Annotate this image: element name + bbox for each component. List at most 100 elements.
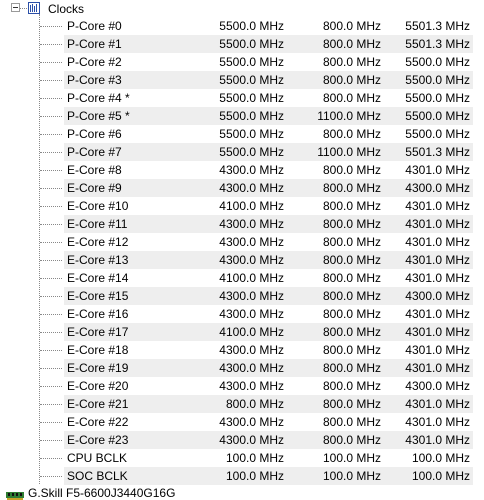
row-cells: E-Core #18 4300.0 MHz 800.0 MHz 4301.0 MHz xyxy=(64,341,473,359)
minimum-value: 1100.0 MHz xyxy=(317,109,381,123)
minimum-value: 800.0 MHz xyxy=(322,271,381,285)
maximum-value: 4300.0 MHz xyxy=(405,379,470,393)
minimum-value: 800.0 MHz xyxy=(322,163,381,177)
current-value: 4300.0 MHz xyxy=(219,379,284,393)
clock-row[interactable]: P-Core #6 5500.0 MHz 800.0 MHz 5500.0 MHz xyxy=(0,125,484,143)
row-cells: E-Core #11 4300.0 MHz 800.0 MHz 4301.0 MHz xyxy=(64,215,473,233)
tree-connector xyxy=(40,224,62,225)
maximum-value: 4301.0 MHz xyxy=(405,361,470,375)
current-value: 5500.0 MHz xyxy=(219,19,284,33)
row-cells: E-Core #16 4300.0 MHz 800.0 MHz 4301.0 MHz xyxy=(64,305,473,323)
maximum-value: 4301.0 MHz xyxy=(405,343,470,357)
tree-connector xyxy=(40,386,62,387)
maximum-value: 4301.0 MHz xyxy=(405,163,470,177)
maximum-value: 4301.0 MHz xyxy=(405,271,470,285)
sensor-name: CPU BCLK xyxy=(67,451,128,465)
clock-row[interactable]: SOC BCLK 100.0 MHz 100.0 MHz 100.0 MHz xyxy=(0,467,484,485)
clock-row[interactable]: E-Core #11 4300.0 MHz 800.0 MHz 4301.0 MHz xyxy=(0,215,484,233)
current-value: 4100.0 MHz xyxy=(219,271,284,285)
clock-row[interactable]: P-Core #0 5500.0 MHz 800.0 MHz 5501.3 MHz xyxy=(0,17,484,35)
current-value: 4300.0 MHz xyxy=(219,433,284,447)
row-cells: E-Core #13 4300.0 MHz 800.0 MHz 4301.0 MHz xyxy=(64,251,473,269)
clock-row[interactable]: CPU BCLK 100.0 MHz 100.0 MHz 100.0 MHz xyxy=(0,449,484,467)
maximum-value: 5500.0 MHz xyxy=(405,73,470,87)
minimum-value: 100.0 MHz xyxy=(322,451,381,465)
sensor-name: P-Core #4 * xyxy=(67,91,130,105)
row-cells: E-Core #8 4300.0 MHz 800.0 MHz 4301.0 MHz xyxy=(64,161,473,179)
clock-row[interactable]: P-Core #3 5500.0 MHz 800.0 MHz 5500.0 MHz xyxy=(0,71,484,89)
memory-module-label: G.Skill F5-6600J3440G16G xyxy=(28,486,176,500)
tree-connector xyxy=(40,62,62,63)
sensor-name: E-Core #16 xyxy=(67,307,129,321)
clock-row[interactable]: E-Core #12 4300.0 MHz 800.0 MHz 4301.0 MHz xyxy=(0,233,484,251)
clock-row[interactable]: E-Core #23 4300.0 MHz 800.0 MHz 4301.0 MHz xyxy=(0,431,484,449)
collapse-minus-icon[interactable] xyxy=(11,3,20,12)
tree-connector xyxy=(40,116,62,117)
tree-connector xyxy=(40,80,62,81)
clock-row[interactable]: P-Core #5 * 5500.0 MHz 1100.0 MHz 5500.0 MH… xyxy=(0,107,484,125)
sensor-name: E-Core #14 xyxy=(67,271,129,285)
minimum-value: 800.0 MHz xyxy=(322,253,381,267)
minimum-value: 800.0 MHz xyxy=(322,73,381,87)
tree-connector xyxy=(40,26,62,27)
clock-row[interactable]: E-Core #13 4300.0 MHz 800.0 MHz 4301.0 MHz xyxy=(0,251,484,269)
clock-row[interactable]: E-Core #20 4300.0 MHz 800.0 MHz 4300.0 MHz xyxy=(0,377,484,395)
sensor-name: E-Core #22 xyxy=(67,415,129,429)
clock-row[interactable]: P-Core #7 5500.0 MHz 1100.0 MHz 5501.3 MHz xyxy=(0,143,484,161)
tree-connector xyxy=(40,296,62,297)
row-cells: P-Core #5 * 5500.0 MHz 1100.0 MHz 5500.0 MH… xyxy=(64,107,473,125)
tree-connector xyxy=(40,422,62,423)
tree-connector xyxy=(40,260,62,261)
tree-connector xyxy=(20,8,27,9)
maximum-value: 100.0 MHz xyxy=(411,451,470,465)
current-value: 4100.0 MHz xyxy=(219,199,284,213)
row-cells: E-Core #15 4300.0 MHz 800.0 MHz 4300.0 MHz xyxy=(64,287,473,305)
row-cells: E-Core #12 4300.0 MHz 800.0 MHz 4301.0 MHz xyxy=(64,233,473,251)
row-cells: E-Core #14 4100.0 MHz 800.0 MHz 4301.0 MHz xyxy=(64,269,473,287)
clock-row[interactable]: E-Core #22 4300.0 MHz 800.0 MHz 4301.0 MHz xyxy=(0,413,484,431)
row-cells: CPU BCLK 100.0 MHz 100.0 MHz 100.0 MHz xyxy=(64,449,473,467)
clock-row[interactable]: E-Core #8 4300.0 MHz 800.0 MHz 4301.0 MHz xyxy=(0,161,484,179)
clocks-group-header[interactable]: Clocks xyxy=(0,0,484,18)
tree-connector xyxy=(40,98,62,99)
clock-row[interactable]: E-Core #16 4300.0 MHz 800.0 MHz 4301.0 MHz xyxy=(0,305,484,323)
minimum-value: 800.0 MHz xyxy=(322,199,381,213)
row-cells: P-Core #3 5500.0 MHz 800.0 MHz 5500.0 MHz xyxy=(64,71,473,89)
maximum-value: 4300.0 MHz xyxy=(405,289,470,303)
row-cells: P-Core #0 5500.0 MHz 800.0 MHz 5501.3 MHz xyxy=(64,17,473,35)
clock-row[interactable]: E-Core #15 4300.0 MHz 800.0 MHz 4300.0 MHz xyxy=(0,287,484,305)
sensor-name: P-Core #6 xyxy=(67,127,122,141)
clock-row[interactable]: P-Core #2 5500.0 MHz 800.0 MHz 5500.0 MHz xyxy=(0,53,484,71)
clock-row[interactable]: E-Core #21 800.0 MHz 800.0 MHz 4301.0 MHz xyxy=(0,395,484,413)
maximum-value: 4301.0 MHz xyxy=(405,415,470,429)
tree-connector xyxy=(40,242,62,243)
row-cells: P-Core #1 5500.0 MHz 800.0 MHz 5501.3 MHz xyxy=(64,35,473,53)
minimum-value: 800.0 MHz xyxy=(322,325,381,339)
current-value: 4300.0 MHz xyxy=(219,253,284,267)
sensor-name: E-Core #10 xyxy=(67,199,129,213)
clock-row[interactable]: E-Core #19 4300.0 MHz 800.0 MHz 4301.0 MHz xyxy=(0,359,484,377)
row-cells: E-Core #22 4300.0 MHz 800.0 MHz 4301.0 MHz xyxy=(64,413,473,431)
current-value: 5500.0 MHz xyxy=(219,37,284,51)
tree-connector xyxy=(40,278,62,279)
clock-row[interactable]: P-Core #4 * 5500.0 MHz 800.0 MHz 5500.0 MHz xyxy=(0,89,484,107)
tree-connector xyxy=(40,170,62,171)
clock-row[interactable]: E-Core #17 4100.0 MHz 800.0 MHz 4301.0 MHz xyxy=(0,323,484,341)
clock-row[interactable]: E-Core #18 4300.0 MHz 800.0 MHz 4301.0 MHz xyxy=(0,341,484,359)
maximum-value: 5500.0 MHz xyxy=(405,127,470,141)
minimum-value: 800.0 MHz xyxy=(322,343,381,357)
clock-row[interactable]: E-Core #9 4300.0 MHz 800.0 MHz 4300.0 MHz xyxy=(0,179,484,197)
clock-row[interactable]: E-Core #14 4100.0 MHz 800.0 MHz 4301.0 MHz xyxy=(0,269,484,287)
row-cells: E-Core #20 4300.0 MHz 800.0 MHz 4300.0 MHz xyxy=(64,377,473,395)
row-cells: E-Core #17 4100.0 MHz 800.0 MHz 4301.0 MHz xyxy=(64,323,473,341)
current-value: 5500.0 MHz xyxy=(219,91,284,105)
tree-connector xyxy=(40,368,62,369)
current-value: 100.0 MHz xyxy=(225,451,284,465)
sensor-name: P-Core #3 xyxy=(67,73,122,87)
next-tree-item[interactable]: G.Skill F5-6600J3440G16G xyxy=(0,486,484,500)
clock-row[interactable]: E-Core #10 4100.0 MHz 800.0 MHz 4301.0 MHz xyxy=(0,197,484,215)
current-value: 4300.0 MHz xyxy=(219,163,284,177)
clock-row[interactable]: P-Core #1 5500.0 MHz 800.0 MHz 5501.3 MHz xyxy=(0,35,484,53)
sensor-name: P-Core #1 xyxy=(67,37,122,51)
sensor-name: E-Core #18 xyxy=(67,343,129,357)
